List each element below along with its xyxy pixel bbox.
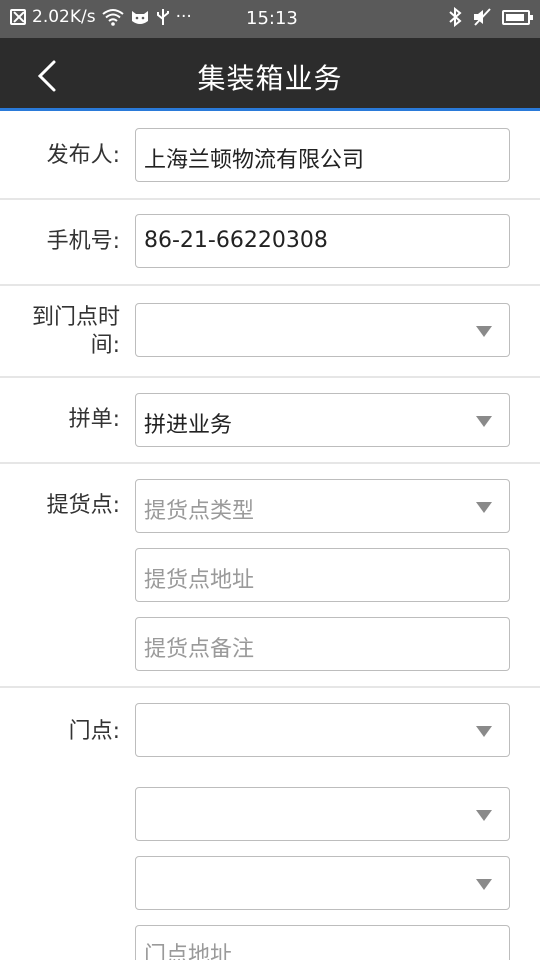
mute-icon xyxy=(474,8,491,26)
arrival-time-label-line1: 到门点时 xyxy=(31,305,120,330)
more-notifications: ··· xyxy=(175,7,192,27)
battery-icon xyxy=(502,9,533,25)
usb-icon xyxy=(156,9,169,25)
door-select-3[interactable] xyxy=(135,856,510,910)
dropdown-arrow-icon xyxy=(476,502,492,513)
door-label: 门点: xyxy=(68,719,120,744)
pickup-label: 提货点: xyxy=(46,493,120,518)
door-select-1[interactable] xyxy=(135,703,510,757)
door-address-placeholder: 门点地址 xyxy=(144,943,233,960)
arrival-time-select[interactable] xyxy=(135,303,510,357)
dropdown-arrow-icon xyxy=(476,726,492,737)
wifi-icon xyxy=(101,9,124,26)
status-bar: 2.02K/s ··· 15:13 xyxy=(0,0,540,38)
door-row: 门点: 门点地址 xyxy=(0,688,540,960)
bluetooth-icon xyxy=(449,7,462,27)
door-select-2[interactable] xyxy=(135,787,510,841)
status-right xyxy=(448,7,533,27)
phone-input[interactable]: 86-21-66220308 xyxy=(135,214,510,268)
door-address-input[interactable]: 门点地址 xyxy=(135,925,510,960)
dropdown-arrow-icon xyxy=(476,326,492,337)
consolidation-row: 拼单: 拼进业务 xyxy=(0,378,540,464)
consolidation-label: 拼单: xyxy=(68,407,120,432)
publisher-input[interactable]: 上海兰顿物流有限公司 xyxy=(135,128,510,182)
dropdown-arrow-icon xyxy=(476,879,492,890)
pickup-address-placeholder: 提货点地址 xyxy=(144,568,255,593)
page-title: 集装箱业务 xyxy=(197,62,343,95)
title-bar: 集装箱业务 xyxy=(0,38,540,111)
publisher-label: 发布人: xyxy=(46,143,120,168)
pickup-remark-input[interactable]: 提货点备注 xyxy=(135,617,510,671)
arrival-time-label: 到门点时 间: xyxy=(32,304,120,360)
publisher-value: 上海兰顿物流有限公司 xyxy=(144,148,365,173)
clock: 15:13 xyxy=(246,8,298,29)
phone-label: 手机号: xyxy=(46,229,120,254)
phone-value: 86-21-66220308 xyxy=(144,228,328,253)
pickup-type-select[interactable]: 提货点类型 xyxy=(135,479,510,533)
status-left: 2.02K/s ··· xyxy=(10,7,192,27)
arrival-time-label-line2: 间: xyxy=(90,333,120,358)
pickup-remark-placeholder: 提货点备注 xyxy=(144,637,255,662)
network-speed: 2.02K/s xyxy=(32,7,96,27)
pickup-row: 提货点: 提货点类型 提货点地址 提货点备注 xyxy=(0,464,540,688)
pickup-type-placeholder: 提货点类型 xyxy=(144,499,255,524)
cat-app-icon xyxy=(131,11,148,24)
phone-row: 手机号: 86-21-66220308 xyxy=(0,200,540,286)
consolidation-select[interactable]: 拼进业务 xyxy=(135,393,510,447)
publisher-row: 发布人: 上海兰顿物流有限公司 xyxy=(0,114,540,200)
notification-close-icon xyxy=(10,9,26,25)
arrival-time-row: 到门点时 间: xyxy=(0,286,540,378)
dropdown-arrow-icon xyxy=(476,416,492,427)
dropdown-arrow-icon xyxy=(476,810,492,821)
battery-level xyxy=(506,13,524,21)
pickup-address-input[interactable]: 提货点地址 xyxy=(135,548,510,602)
consolidation-value: 拼进业务 xyxy=(144,413,233,438)
